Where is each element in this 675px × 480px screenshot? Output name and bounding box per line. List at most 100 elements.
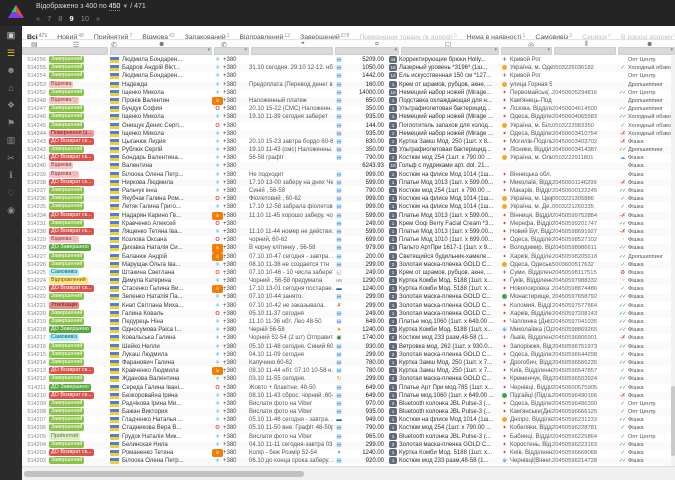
contacts-icon[interactable]: ☻ bbox=[0, 65, 22, 75]
table-row[interactable]: 514247 Завершений Бундук София O +380 20… bbox=[22, 105, 675, 113]
last-page-icon[interactable]: » bbox=[96, 14, 100, 23]
table-row[interactable]: 514237 Завершений Ральчук інна ✳ +380 Си… bbox=[22, 187, 675, 195]
page-10[interactable]: 10 bbox=[81, 14, 89, 23]
filter-input-8[interactable]: ▾ bbox=[618, 47, 675, 55]
table-row[interactable]: 514254 Завершений Людмила Бондарен... ✳ … bbox=[22, 72, 675, 80]
stats-icon[interactable]: ▥ bbox=[0, 135, 22, 146]
horizontal-scrollbar-thumb[interactable] bbox=[24, 471, 304, 477]
table-row[interactable]: 514212 Завершений Жданова Валентина ✳ +3… bbox=[22, 375, 675, 383]
filter-input-5[interactable]: ▾ bbox=[401, 47, 499, 55]
table-row[interactable]: 514235 Завершений Летяк Галина Григо... … bbox=[22, 203, 675, 211]
product-name: Куртка Замш Мод. 250 (1шт. х 8... bbox=[399, 138, 499, 146]
video-icon[interactable]: ◉ bbox=[0, 205, 22, 216]
shown-to-selector[interactable]: 450 bbox=[109, 3, 121, 11]
table-row[interactable]: 514228 ДО Завершено Дихавка Наталія Си..… bbox=[22, 244, 675, 252]
table-row[interactable]: 514227 Завершений Баланюк Андрій ік +380… bbox=[22, 253, 675, 261]
vertical-scrollbar-thumb[interactable] bbox=[671, 386, 675, 456]
filter-input-4[interactable]: ▾ bbox=[335, 47, 399, 55]
table-row[interactable]: 514243 ДО Возврат ск... Цыганюк Лидия ✳ … bbox=[22, 138, 675, 146]
tab-нема-в-наявності[interactable]: Нема в наявності1 bbox=[462, 30, 531, 40]
table-row[interactable]: 514248 Відмоваⓘ Пронів Валентин ік +380 … bbox=[22, 97, 675, 105]
tab-повернення-товару-в-дорозі-[interactable]: Повернення товару (в дорозі)0 bbox=[354, 30, 461, 40]
table-row[interactable]: 514208 Завершений Бажан Виктория ✳ +380 … bbox=[22, 408, 675, 416]
table-row[interactable]: 514217 Самовивіз Ковальська Галина ✳ +38… bbox=[22, 334, 675, 342]
info-icon[interactable]: ℹ bbox=[0, 170, 22, 181]
table-row[interactable]: 514223 ДО Возврат ск... Стасенко Галина … bbox=[22, 285, 675, 293]
table-row[interactable]: 514213 ДО Возврат ск... Кравченко Людмил… bbox=[22, 367, 675, 375]
donate-icon[interactable]: ♡ bbox=[0, 188, 22, 199]
table-row[interactable]: 514226 Завершений Марущак Ольга Іва... ✳… bbox=[22, 261, 675, 269]
tools-icon[interactable]: ✂ bbox=[0, 153, 22, 164]
table-row[interactable]: 514238 ДО Возврат ск... Ниркова Людмила … bbox=[22, 179, 675, 187]
table-row[interactable]: 514215 Завершений Лукаш Людмила ✳ +380 0… bbox=[22, 351, 675, 359]
table-row[interactable]: 514241 ДО Возврат ск... Бондарь Валентин… bbox=[22, 154, 675, 162]
table-row[interactable]: 514253 Відмова Надежда ✳ +380 Предоплата… bbox=[22, 81, 675, 89]
tab-сервіси[interactable]: Сервіси0 bbox=[577, 30, 616, 40]
table-row[interactable]: 514219 Завершений Педурець Ніна ✳ +380 1… bbox=[22, 318, 675, 326]
table-row[interactable]: 514255 Завершений Бадров Андрій Вікт... … bbox=[22, 64, 675, 72]
vertical-scrollbar-track[interactable] bbox=[671, 56, 675, 466]
table-row[interactable]: 514256 Завершений Людмила Бондарен... ✳ … bbox=[22, 56, 675, 64]
phone: +380 bbox=[223, 302, 249, 310]
table-row[interactable]: 514209 Завершений Радчікова Ірина Ми... … bbox=[22, 400, 675, 408]
shop-icon[interactable]: ⌂ bbox=[0, 83, 22, 93]
filter-input-6[interactable]: ▾ bbox=[501, 47, 552, 55]
table-row[interactable]: 514206 Завершений Стадникова Вера В... O… bbox=[22, 424, 675, 432]
tab-в-дорозі-додому[interactable]: В дорозі додому0 bbox=[616, 30, 675, 40]
filter-input-3[interactable] bbox=[251, 47, 333, 55]
table-row[interactable]: 514222 Завершений Зеленко Наталія Па... … bbox=[22, 293, 675, 301]
menu-icon[interactable]: ☰ bbox=[0, 48, 22, 59]
table-row[interactable]: 514221 Утилізація Кнап Світлана Миха... … bbox=[22, 302, 675, 310]
tab-самовивіз[interactable]: Самовивіз2 bbox=[530, 30, 577, 40]
filter-input-0[interactable] bbox=[22, 47, 108, 55]
table-row[interactable]: 514229 Відмоваⓘ Козлова Оксана O +380 чо… bbox=[22, 236, 675, 244]
table-row[interactable]: 514218 ДО Завершено Односумова Раіса І..… bbox=[22, 326, 675, 334]
table-row[interactable]: 514231 Завершений Кравченко Алексей O +3… bbox=[22, 220, 675, 228]
ttn-number: 20450597658792 bbox=[552, 293, 616, 301]
table-row[interactable]: 514203 ДО Возврат ск... Романенко Тетяна… bbox=[22, 449, 675, 457]
table-row[interactable]: 514205 Прийнятий Грудок Наталія Мик... ✳… bbox=[22, 433, 675, 441]
page-7[interactable]: 7 bbox=[47, 14, 51, 23]
table-row[interactable]: 514216 Завершений Шейко Нелли ✳ +380 05.… bbox=[22, 343, 675, 351]
filter-input-1[interactable]: ▾ bbox=[110, 47, 212, 55]
table-row[interactable]: 514210 ДО Возврат ск... Безкоровайна Іри… bbox=[22, 392, 675, 400]
tab-запакований[interactable]: Запакований1 bbox=[180, 30, 235, 40]
page-9[interactable]: 9 bbox=[70, 14, 74, 23]
tab-відмова[interactable]: Відмова42 bbox=[137, 30, 180, 40]
table-row[interactable]: 514204 Завершений Белинская Нила ✳ +380 … bbox=[22, 441, 675, 449]
first-page-icon[interactable]: « bbox=[36, 14, 40, 23]
table-row[interactable]: 514234 ДО Возврат ск... Надарян Карино Г… bbox=[22, 212, 675, 220]
tab-новий[interactable]: Новий48 bbox=[52, 30, 89, 40]
table-row[interactable]: 514211 ДО Завершено Середа Галина Івані.… bbox=[22, 384, 675, 392]
table-row[interactable]: 514239 Відмоваⓘ Білоока Олена Петр... ✳ … bbox=[22, 171, 675, 179]
tab-відправлений[interactable]: Відправлений12 bbox=[235, 30, 296, 40]
table-row[interactable]: 514202 Завершений Білоока Олена Петр... … bbox=[22, 457, 675, 465]
tab-всі[interactable]: Всі471 bbox=[22, 30, 52, 40]
page-8[interactable]: 8 bbox=[58, 14, 62, 23]
tab-завершений[interactable]: Завершений278 bbox=[295, 30, 354, 40]
campaigns-icon[interactable]: ⚑ bbox=[0, 118, 22, 129]
filter-input-7[interactable] bbox=[554, 47, 616, 55]
screen-icon[interactable]: ▣ bbox=[0, 30, 22, 41]
table-row[interactable]: 514230 ДО Возврат ск... Лященко Тетяна І… bbox=[22, 228, 675, 236]
table-row[interactable]: 514220 Завершений Галина Коваль O +380 0… bbox=[22, 310, 675, 318]
table-row[interactable]: 514225 Самовивіз Штакина Светлана O +380… bbox=[22, 269, 675, 277]
table-row[interactable]: 514240 Відмова Валентина ✳ +380 6243.93 … bbox=[22, 162, 675, 170]
filter-input-2[interactable]: ▾ bbox=[214, 47, 249, 55]
table-row[interactable]: 514244 Повернення (з... Іщенко Микола ✳ … bbox=[22, 130, 675, 138]
ttn-status-icon: ♻ bbox=[616, 269, 628, 277]
status-cell: Завершений bbox=[48, 64, 110, 72]
table-row[interactable]: 514207 Завершений Гладченко Наталья ... … bbox=[22, 416, 675, 424]
table-row[interactable]: 514246 Завершений Іщенко Микола ✳ +380 1… bbox=[22, 113, 675, 121]
source-icon: ✳ bbox=[212, 154, 223, 162]
table-row[interactable]: 514252 Завершений Іщенко Микола ✳ +380 ▤… bbox=[22, 89, 675, 97]
table-row[interactable]: 514245 Завершений Онищук Денис Сергі... … bbox=[22, 122, 675, 130]
app-logo[interactable] bbox=[7, 4, 25, 19]
table-row[interactable]: 514236 Завершений Якубчак Галина Ром... … bbox=[22, 195, 675, 203]
tab-прийнятий[interactable]: Прийнятий7 bbox=[89, 30, 137, 40]
table-row[interactable]: 514242 Завершений Рублюк Сергій ✳ +380 1… bbox=[22, 146, 675, 154]
horizontal-scrollbar-track[interactable] bbox=[22, 466, 675, 480]
table-row[interactable]: 514224 Відправлений Димула Катерина ✳ +3… bbox=[22, 277, 675, 285]
table-row[interactable]: 514214 Завершений Фаранович Галина ✳ +38… bbox=[22, 359, 675, 367]
cart-icon[interactable]: ❖ bbox=[0, 100, 22, 111]
